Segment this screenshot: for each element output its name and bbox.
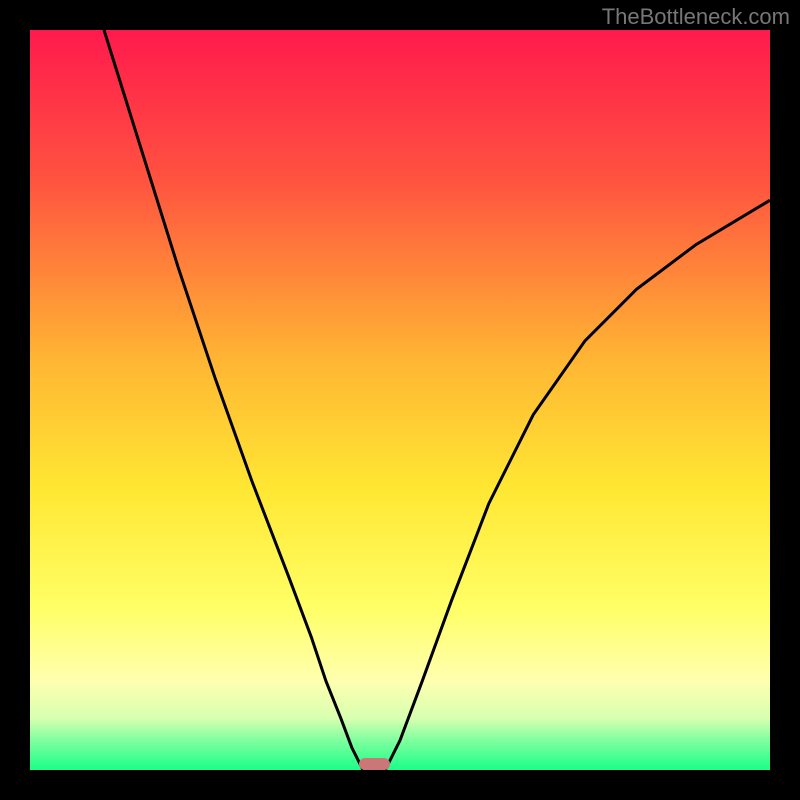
watermark-text: TheBottleneck.com	[602, 4, 790, 30]
curve-right	[385, 200, 770, 770]
curves-layer	[30, 30, 770, 770]
curve-left	[104, 30, 363, 770]
plot-area	[30, 30, 770, 770]
bottleneck-marker	[359, 758, 390, 770]
